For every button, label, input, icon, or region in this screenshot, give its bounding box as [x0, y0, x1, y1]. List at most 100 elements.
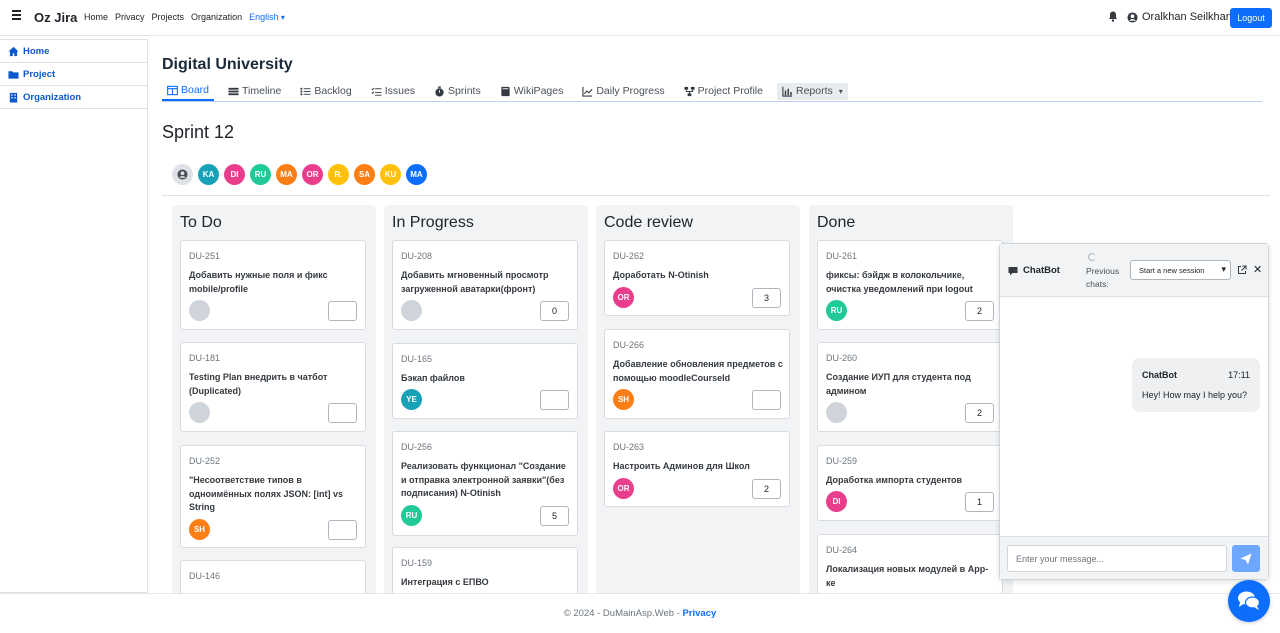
member-avatar[interactable]: KA: [198, 164, 219, 185]
member-avatar[interactable]: RU: [250, 164, 271, 185]
assignee-avatar[interactable]: OR: [613, 287, 634, 308]
estimate-field[interactable]: 2: [965, 403, 994, 423]
estimate-field[interactable]: 1: [965, 492, 994, 512]
estimate-field[interactable]: 2: [752, 479, 781, 499]
task-card[interactable]: DU-259 Доработка импорта студентов DI 1: [817, 445, 1003, 521]
assignee-avatar[interactable]: RU: [401, 505, 422, 526]
external-link-icon[interactable]: [1237, 265, 1247, 275]
assignee-avatar[interactable]: OR: [613, 478, 634, 499]
tab-timeline[interactable]: Timeline: [223, 83, 286, 100]
close-icon[interactable]: ✕: [1253, 263, 1262, 276]
column-title: In Progress: [392, 214, 474, 231]
task-key: DU-208: [401, 251, 433, 261]
user-menu[interactable]: Oralkhan Seilkhan: [1127, 11, 1232, 23]
task-card[interactable]: DU-159 Интеграция с ЕПВО: [392, 547, 578, 595]
tab-issues[interactable]: Issues: [366, 83, 420, 100]
tab-wikipages[interactable]: WikiPages: [495, 83, 569, 100]
chat-message: ChatBot 17:11 Hey! How may I help you?: [1132, 358, 1260, 412]
divider: [162, 195, 1270, 196]
message-sender: ChatBot: [1142, 370, 1177, 380]
menu-toggle-icon[interactable]: [12, 10, 24, 24]
assignee-avatar[interactable]: [189, 300, 210, 321]
member-avatar[interactable]: DI: [224, 164, 245, 185]
estimate-field[interactable]: [328, 301, 357, 321]
task-title: Доработать N-Otinish: [613, 270, 709, 280]
tab-daily-progress[interactable]: Daily Progress: [577, 83, 669, 100]
backlog-icon: [300, 87, 311, 95]
message-time: 17:11: [1228, 370, 1250, 380]
nav-link-privacy[interactable]: Privacy: [115, 12, 145, 22]
logout-button[interactable]: Logout: [1230, 8, 1272, 28]
task-title: Бэкап файлов: [401, 373, 465, 383]
task-card[interactable]: DU-261 фиксы: бэйдж в колокольчике, очис…: [817, 240, 1003, 330]
estimate-field[interactable]: [540, 390, 569, 410]
task-card[interactable]: DU-256 Реализовать функционал "Создание …: [392, 431, 578, 536]
session-select[interactable]: Start a new session: [1130, 260, 1231, 280]
estimate-field[interactable]: 0: [540, 301, 569, 321]
member-avatar[interactable]: MA: [276, 164, 297, 185]
task-card[interactable]: DU-146: [180, 560, 366, 595]
member-avatar[interactable]: R.: [328, 164, 349, 185]
estimate-field[interactable]: [328, 403, 357, 423]
member-avatar[interactable]: SA: [354, 164, 375, 185]
board-icon: [167, 85, 178, 95]
assignee-avatar[interactable]: [826, 402, 847, 423]
sidebar-item-home[interactable]: Home: [0, 40, 147, 63]
task-card[interactable]: DU-181 Testing Plan внедрить в чатбот (D…: [180, 342, 366, 432]
task-card[interactable]: DU-262 Доработать N-Otinish OR 3: [604, 240, 790, 316]
task-title: Добавление обновления предметов с помощь…: [613, 359, 783, 383]
nav-link-organization[interactable]: Organization: [191, 12, 242, 22]
chat-message-input[interactable]: Enter your message...: [1007, 545, 1227, 572]
sidebar-item-project[interactable]: Project: [0, 63, 147, 86]
estimate-field[interactable]: [752, 390, 781, 410]
bell-icon[interactable]: [1108, 11, 1118, 22]
board-column-todo: To Do DU-251 Добавить нужные поля и фикс…: [172, 205, 376, 595]
tab-label: Project Profile: [697, 85, 763, 97]
task-card[interactable]: DU-260 Создание ИУП для студента под адм…: [817, 342, 1003, 432]
estimate-field[interactable]: 2: [965, 301, 994, 321]
task-card[interactable]: DU-264 Локализация новых модулей в App-к…: [817, 534, 1003, 595]
tab-project-profile[interactable]: Project Profile: [679, 83, 768, 100]
task-card[interactable]: DU-266 Добавление обновления предметов с…: [604, 329, 790, 419]
assignee-avatar[interactable]: YE: [401, 389, 422, 410]
sidebar-item-organization[interactable]: Organization: [0, 86, 147, 109]
chat-open-button[interactable]: [1228, 580, 1270, 622]
tab-board[interactable]: Board: [162, 82, 215, 101]
chatbot-panel: ChatBot Previous chats: Start a new sess…: [999, 243, 1269, 580]
task-key: DU-266: [613, 340, 645, 350]
tab-reports-dropdown[interactable]: Reports: [776, 83, 848, 100]
sitemap-icon: [684, 86, 695, 96]
send-button[interactable]: [1232, 545, 1260, 572]
footer-privacy-link[interactable]: Privacy: [682, 608, 716, 619]
issues-icon: [371, 87, 382, 96]
task-card[interactable]: DU-208 Добавить мгновенный просмотр загр…: [392, 240, 578, 330]
tab-backlog[interactable]: Backlog: [295, 83, 356, 100]
brand-logo[interactable]: Oz Jira: [34, 10, 77, 25]
language-dropdown[interactable]: English: [249, 12, 285, 22]
task-card[interactable]: DU-165 Бэкап файлов YE: [392, 343, 578, 419]
assignee-avatar[interactable]: [189, 402, 210, 423]
member-avatar[interactable]: KU: [380, 164, 401, 185]
board-column-in-progress: In Progress DU-208 Добавить мгновенный п…: [384, 205, 588, 595]
assignee-avatar[interactable]: SH: [189, 519, 210, 540]
nav-link-home[interactable]: Home: [84, 12, 108, 22]
nav-link-projects[interactable]: Projects: [152, 12, 185, 22]
task-card[interactable]: DU-263 Настроить Админов для Школ OR 2: [604, 431, 790, 507]
task-card[interactable]: DU-252 "Несоответствие типов в одноимённ…: [180, 445, 366, 548]
assignee-avatar[interactable]: RU: [826, 300, 847, 321]
chat-bubble-icon: [1008, 266, 1018, 275]
sprints-icon: [435, 85, 444, 97]
assignee-avatar[interactable]: SH: [613, 389, 634, 410]
task-card[interactable]: DU-251 Добавить нужные поля и фикс mobil…: [180, 240, 366, 330]
assignee-avatar[interactable]: DI: [826, 491, 847, 512]
estimate-field[interactable]: 5: [540, 506, 569, 526]
estimate-field[interactable]: 3: [752, 288, 781, 308]
sidebar-item-label: Home: [23, 45, 50, 57]
tab-sprints[interactable]: Sprints: [429, 83, 486, 100]
member-filter-avatar[interactable]: [172, 164, 193, 185]
task-key: DU-146: [189, 571, 221, 581]
member-avatar[interactable]: OR: [302, 164, 323, 185]
member-avatar[interactable]: MA: [406, 164, 427, 185]
assignee-avatar[interactable]: [401, 300, 422, 321]
estimate-field[interactable]: [328, 520, 357, 540]
